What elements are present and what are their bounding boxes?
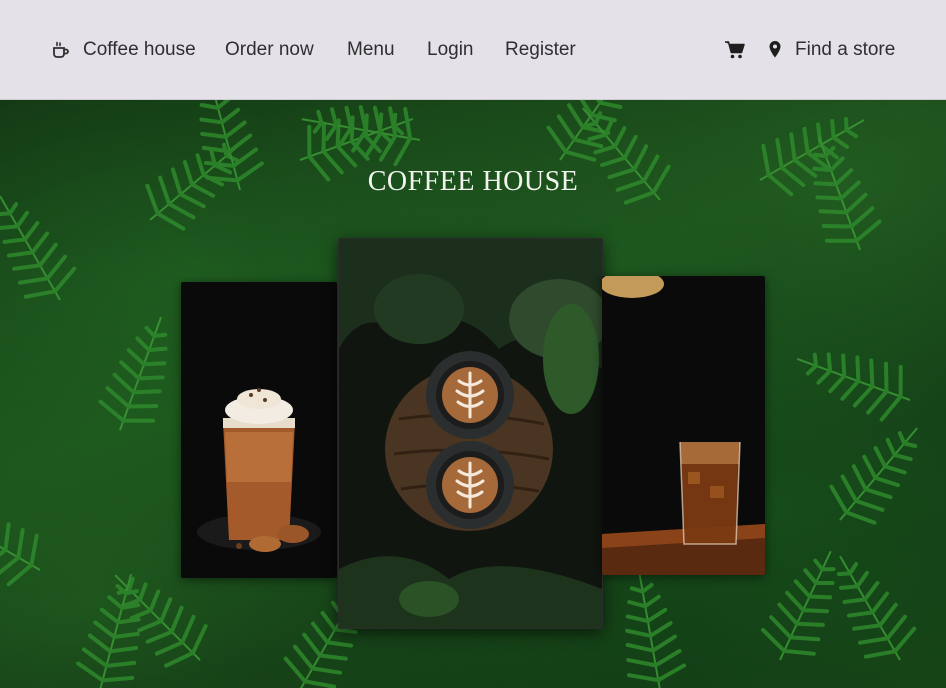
nav-order-now-link[interactable]: Order now: [225, 38, 314, 62]
nav-register-link[interactable]: Register: [505, 38, 576, 62]
hero-section: COFFEE HOUSE: [0, 100, 946, 688]
coffee-cup-icon: [53, 41, 69, 58]
nav-brand-link[interactable]: Coffee house: [83, 38, 196, 62]
iced-mocha-photo: [181, 282, 337, 578]
hero-title: COFFEE HOUSE: [367, 166, 579, 197]
top-navbar: Coffee house Order now Menu Login Regist…: [0, 0, 946, 100]
cold-brew-photo: [602, 276, 765, 575]
nav-find-store-link[interactable]: Find a store: [795, 38, 895, 62]
nav-login-link[interactable]: Login: [427, 38, 474, 62]
latte-art-photo: [338, 238, 603, 629]
nav-menu-link[interactable]: Menu: [347, 38, 395, 62]
map-pin-icon: [769, 41, 781, 58]
cart-icon[interactable]: [724, 40, 746, 60]
